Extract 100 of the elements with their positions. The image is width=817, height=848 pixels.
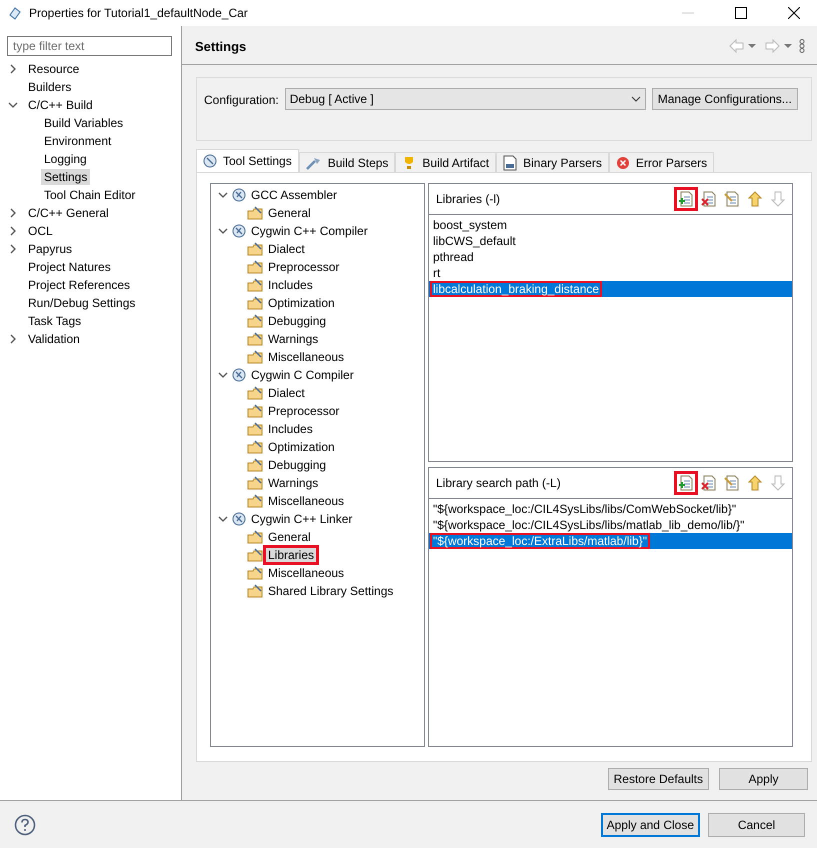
tool-tree-item[interactable]: Miscellaneous (266, 566, 346, 580)
folder-icon (247, 332, 263, 346)
app-icon (8, 6, 22, 20)
folder-icon (247, 242, 263, 256)
page-title: Settings (195, 38, 248, 54)
tool-tree-item[interactable]: Miscellaneous (266, 350, 346, 364)
folder-icon (247, 476, 263, 490)
list-item[interactable]: libcalculation_braking_distance (429, 281, 792, 297)
tab[interactable]: Binary Parsers (496, 152, 609, 172)
tool-tree-item[interactable]: Dialect (266, 386, 307, 400)
tab[interactable]: Tool Settings (196, 149, 299, 172)
maximize-icon[interactable] (735, 7, 747, 19)
nav-tree-item[interactable]: Build Variables (41, 115, 126, 131)
tool-tree-item[interactable]: General (266, 206, 313, 220)
folder-icon (247, 494, 263, 508)
tool-tree-item[interactable]: Preprocessor (266, 404, 342, 418)
tool-tree-item[interactable]: Dialect (266, 242, 307, 256)
list-item[interactable]: boost_system (429, 217, 792, 233)
list-item[interactable]: "${workspace_loc:/CIL4SysLibs/libs/matlab_lib_demo/lib/}" (429, 517, 792, 533)
nav-tree-item[interactable]: Project Natures (25, 259, 114, 275)
tool-tree-item[interactable]: Debugging (266, 458, 328, 472)
folder-icon (247, 278, 263, 292)
folder-icon (247, 260, 263, 274)
edit-icon[interactable] (724, 475, 740, 491)
folder-icon (247, 422, 263, 436)
folder-icon (247, 584, 263, 598)
error-icon (616, 156, 630, 170)
list-title: Libraries (-l) (436, 192, 502, 206)
tab[interactable]: Error Parsers (608, 152, 714, 172)
nav-tree-item[interactable]: Task Tags (25, 313, 84, 329)
caret-icon (630, 96, 641, 102)
tool-tree-item[interactable]: Optimization (266, 440, 337, 454)
more-icon[interactable] (799, 39, 805, 53)
nav-tree-item[interactable]: Environment (41, 133, 114, 149)
folder-icon (247, 404, 263, 418)
folder-icon (247, 566, 263, 580)
folder-icon (247, 314, 263, 328)
move-up-icon[interactable] (747, 191, 763, 207)
filter-field[interactable]: type filter text (7, 36, 172, 56)
tool-tree-item[interactable]: Warnings (266, 476, 320, 490)
nav-tree-item[interactable]: Logging (41, 151, 90, 167)
nav-tree-item[interactable]: Tool Chain Editor (41, 187, 138, 203)
list-item[interactable]: pthread (429, 249, 792, 265)
tool-tree-item[interactable]: Debugging (266, 314, 328, 328)
tab[interactable]: Build Steps (298, 152, 396, 172)
folder-icon (247, 530, 263, 544)
help-icon[interactable] (14, 814, 36, 836)
tool-tree-item[interactable]: Includes (266, 278, 315, 292)
tool-tree-item[interactable]: Includes (266, 422, 315, 436)
nav-tree-item[interactable]: OCL (25, 223, 56, 239)
list-item[interactable]: libCWS_default (429, 233, 792, 249)
folder-icon (247, 548, 263, 562)
folder-icon (247, 206, 263, 220)
tab[interactable]: Build Artifact (395, 152, 496, 172)
apply-and-close-button[interactable]: Apply and Close (600, 812, 700, 836)
tool-tree-item[interactable]: Preprocessor (266, 260, 342, 274)
nav-tree-item[interactable]: Validation (25, 331, 83, 347)
configuration-label: Configuration: (204, 93, 279, 107)
tool-tree-item[interactable]: Miscellaneous (266, 494, 346, 508)
list-title: Library search path (-L) (436, 476, 562, 490)
nav-tree-item[interactable]: Run/Debug Settings (25, 295, 138, 311)
folder-icon (247, 296, 263, 310)
forward-icon[interactable] (765, 39, 793, 53)
tool-tree-item[interactable]: Optimization (266, 296, 337, 310)
list-item[interactable]: "${workspace_loc:/CIL4SysLibs/libs/ComWebSocket/lib}" (429, 501, 792, 517)
nav-tree-item[interactable]: Builders (25, 79, 74, 95)
nav-tree-item[interactable]: C/C++ Build (25, 97, 96, 113)
folder-icon (247, 458, 263, 472)
nav-tree-item[interactable]: C/C++ General (25, 205, 112, 221)
tool-tree-item[interactable]: Shared Library Settings (266, 584, 396, 598)
list-item[interactable]: "${workspace_loc:/ExtraLibs/matlab/lib}" (429, 533, 792, 549)
configuration-dropdown[interactable]: Debug [ Active ] (284, 88, 646, 110)
list-item[interactable]: rt (429, 265, 792, 281)
add-icon[interactable] (678, 191, 694, 207)
nav-tree-item[interactable]: Resource (25, 61, 82, 77)
tool-tree-item[interactable]: GCC Assembler (249, 188, 340, 202)
window-title: Properties for Tutorial1_defaultNode_Car (29, 6, 249, 20)
nav-tree-item[interactable]: Papyrus (25, 241, 76, 257)
close-icon[interactable] (788, 7, 800, 19)
edit-icon[interactable] (724, 191, 740, 207)
back-icon[interactable] (729, 39, 757, 53)
restore-defaults-button[interactable]: Restore Defaults (608, 768, 709, 790)
cancel-button[interactable]: Cancel (708, 812, 805, 836)
tool-tree-item[interactable]: Cygwin C++ Compiler (249, 224, 370, 238)
folder-icon (247, 350, 263, 364)
move-up-icon[interactable] (747, 475, 763, 491)
tool-tree-item[interactable]: Libraries (266, 548, 316, 562)
tool-tree-item[interactable]: Cygwin C++ Linker (249, 512, 354, 526)
apply-button[interactable]: Apply (719, 768, 808, 790)
tool-tree-item[interactable]: Warnings (266, 332, 320, 346)
folder-icon (247, 386, 263, 400)
manage-configurations-button[interactable]: Manage Configurations... (652, 88, 798, 110)
folder-icon (247, 440, 263, 454)
tool-tree-item[interactable]: General (266, 530, 313, 544)
delete-icon[interactable] (701, 191, 717, 207)
nav-tree-item[interactable]: Project References (25, 277, 134, 293)
tool-tree-item[interactable]: Cygwin C Compiler (249, 368, 356, 382)
delete-icon[interactable] (701, 475, 717, 491)
nav-tree-item[interactable]: Settings (41, 169, 90, 185)
add-icon[interactable] (678, 475, 694, 491)
